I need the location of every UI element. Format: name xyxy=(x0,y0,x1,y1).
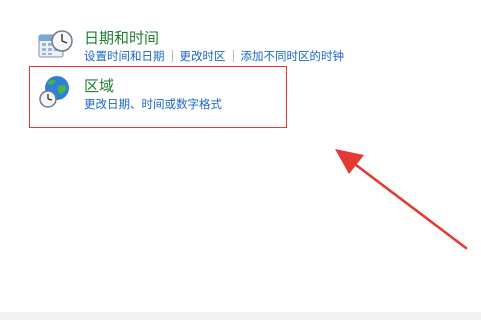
link-separator xyxy=(171,50,173,62)
bottom-strip xyxy=(0,312,481,320)
add-clocks-link[interactable]: 添加不同时区的时钟 xyxy=(241,48,345,64)
date-time-title[interactable]: 日期和时间 xyxy=(84,27,159,48)
link-separator xyxy=(232,50,234,62)
highlight-box xyxy=(29,66,287,128)
date-time-links: 设置时间和日期 更改时区 添加不同时区的时钟 xyxy=(84,48,344,64)
calendar-clock-icon xyxy=(38,29,74,65)
set-time-date-link[interactable]: 设置时间和日期 xyxy=(84,48,165,64)
change-timezone-link[interactable]: 更改时区 xyxy=(180,48,226,64)
